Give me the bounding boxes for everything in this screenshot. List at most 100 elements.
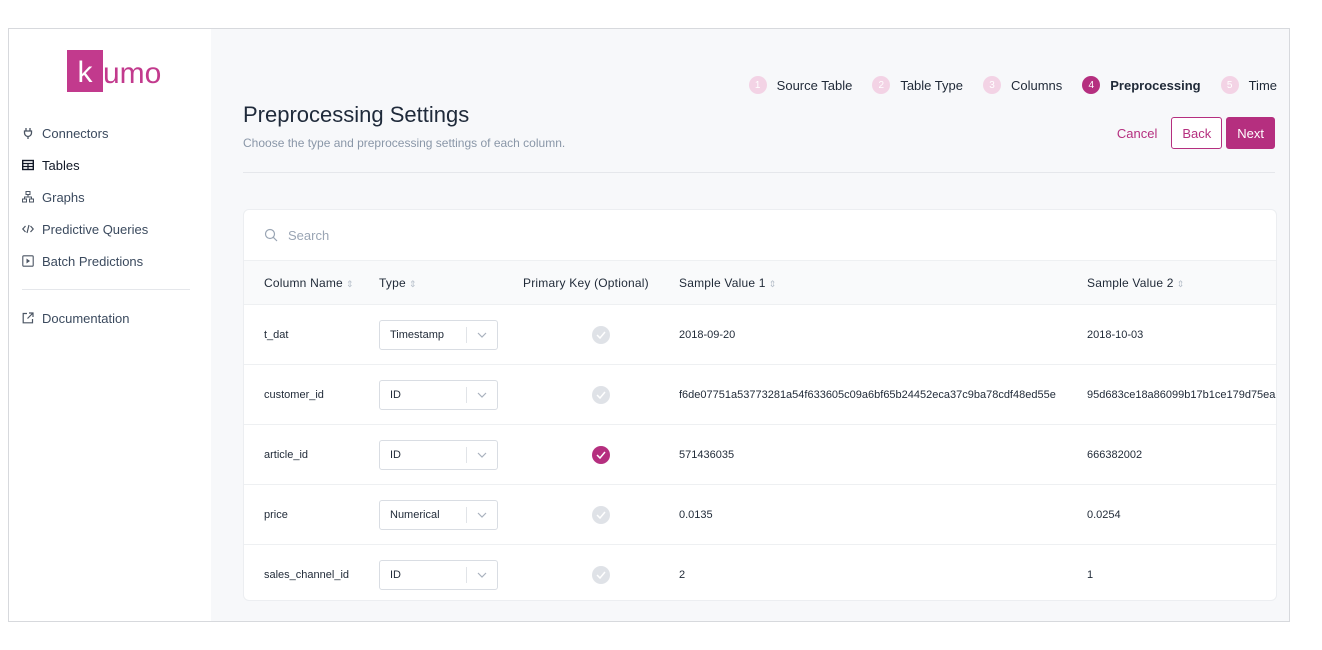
sample-value-1-cell: f6de07751a53773281a54f633605c09a6bf65b24… [679, 388, 1056, 401]
column-header-sample-1[interactable]: Sample Value 1 ⇕ [679, 276, 1087, 290]
table-row: t_dat Timestamp 2018-09-20 2018-10-03 [244, 305, 1276, 365]
type-select[interactable]: Timestamp [379, 319, 498, 350]
type-select-value: ID [390, 448, 401, 461]
header-label: Column Name [264, 275, 343, 290]
step-label: Table Type [900, 77, 963, 93]
type-select-value: ID [390, 388, 401, 401]
action-bar: Cancel Back Next [1117, 117, 1275, 149]
sidebar-item-connectors[interactable]: Connectors [22, 117, 197, 149]
search-icon [264, 228, 278, 242]
chevron-down-icon [467, 512, 497, 518]
sidebar-divider [22, 289, 190, 290]
sample-value-1-cell: 2 [679, 568, 686, 581]
app-frame: k umo Connectors Tables Graphs Predictiv… [8, 28, 1290, 622]
sample-value-1-cell: 571436035 [679, 448, 735, 461]
sort-icon: ⇕ [345, 278, 354, 289]
primary-key-check-icon[interactable] [592, 445, 610, 464]
stepper: 1 Source Table 2 Table Type 3 Columns 4 … [729, 76, 1277, 94]
sidebar-item-label: Batch Predictions [42, 253, 144, 269]
primary-key-check-icon[interactable] [592, 325, 610, 344]
columns-table-card: Column Name⇕ Type⇕ Primary Key (Optional… [243, 209, 1277, 601]
step-label: Source Table [776, 77, 853, 93]
type-select-value: Numerical [390, 508, 440, 521]
table-row: customer_id ID f6de07751a53773281a54f633… [244, 365, 1276, 425]
type-select-value: Timestamp [390, 328, 444, 341]
sample-value-2-cell: 1 [1087, 568, 1094, 581]
type-select[interactable]: ID [379, 439, 498, 470]
logo-text: umo [103, 57, 162, 90]
table-row: price Numerical 0.0135 0.0254 [244, 485, 1276, 545]
primary-key-cell [523, 505, 679, 524]
logo-box: k [67, 50, 103, 92]
type-select[interactable]: ID [379, 379, 498, 410]
type-cell: ID [379, 439, 523, 470]
search-input[interactable] [286, 226, 590, 244]
header-label: Type [379, 275, 406, 290]
plug-icon [22, 127, 34, 139]
sample-value-2-cell: 666382002 [1087, 448, 1143, 461]
sample-value-2-cell: 2018-10-03 [1087, 328, 1144, 341]
column-header-name[interactable]: Column Name ⇕ [244, 276, 379, 290]
sidebar-item-batch-predictions[interactable]: Batch Predictions [22, 245, 197, 277]
external-link-icon [22, 312, 34, 324]
search-bar [244, 210, 1276, 261]
sample-value-2-cell: 0.0254 [1087, 508, 1121, 521]
graph-icon [22, 191, 34, 203]
type-cell: ID [379, 379, 523, 410]
header-label: Sample Value 2 [1087, 275, 1174, 290]
step-number: 1 [748, 76, 767, 94]
sidebar-item-label: Connectors [42, 125, 109, 141]
header-label: Sample Value 1 [679, 275, 766, 290]
step-time[interactable]: 5 Time [1220, 76, 1277, 94]
step-label: Time [1248, 77, 1277, 93]
sort-icon: ⇕ [408, 278, 417, 289]
step-number: 3 [982, 76, 1001, 94]
sample-value-1-cell: 2018-09-20 [679, 328, 736, 341]
type-select[interactable]: ID [379, 559, 498, 590]
next-button[interactable]: Next [1226, 117, 1275, 149]
sample-value-1-cell: 0.0135 [679, 508, 713, 521]
header-label: Primary Key (Optional) [523, 275, 649, 290]
sidebar-item-label: Tables [42, 157, 80, 173]
main-content: 1 Source Table 2 Table Type 3 Columns 4 … [211, 29, 1289, 621]
sidebar-item-tables[interactable]: Tables [22, 149, 197, 181]
column-name-cell: price [264, 508, 288, 521]
primary-key-cell [523, 325, 679, 344]
sample-value-2-cell: 95d683ce18a86099b17b1ce179d75ea [1087, 388, 1276, 401]
sidebar-item-label: Predictive Queries [42, 221, 149, 237]
chevron-down-icon [467, 332, 497, 338]
sidebar-item-documentation[interactable]: Documentation [22, 302, 197, 334]
step-table-type[interactable]: 2 Table Type [872, 76, 963, 94]
step-preprocessing[interactable]: 4 Preprocessing [1082, 76, 1201, 94]
sidebar-nav: Connectors Tables Graphs Predictive Quer… [22, 117, 197, 334]
page-subtitle: Choose the type and preprocessing settin… [243, 136, 566, 150]
step-number: 5 [1220, 76, 1239, 94]
sort-icon: ⇕ [1176, 278, 1185, 289]
sidebar-item-label: Graphs [42, 189, 85, 205]
step-number: 2 [872, 76, 891, 94]
column-header-sample-2[interactable]: Sample Value 2 ⇕ [1087, 276, 1276, 290]
sidebar-item-label: Documentation [42, 310, 130, 326]
primary-key-check-icon[interactable] [592, 505, 610, 524]
sidebar: k umo Connectors Tables Graphs Predictiv… [9, 29, 211, 621]
type-cell: ID [379, 559, 523, 590]
primary-key-check-icon[interactable] [592, 565, 610, 584]
chevron-down-icon [467, 392, 497, 398]
type-select[interactable]: Numerical [379, 499, 498, 530]
table-row: article_id ID 571436035 666382002 [244, 425, 1276, 485]
sidebar-item-graphs[interactable]: Graphs [22, 181, 197, 213]
type-select-value: ID [390, 568, 401, 581]
play-square-icon [22, 255, 34, 267]
cancel-button[interactable]: Cancel [1117, 126, 1157, 141]
step-source-table[interactable]: 1 Source Table [748, 76, 853, 94]
type-cell: Timestamp [379, 319, 523, 350]
kumo-logo[interactable]: k umo [67, 50, 161, 92]
primary-key-check-icon[interactable] [592, 385, 610, 404]
back-button[interactable]: Back [1171, 117, 1223, 149]
column-name-cell: article_id [264, 448, 309, 461]
step-columns[interactable]: 3 Columns [982, 76, 1062, 94]
sidebar-item-predictive-queries[interactable]: Predictive Queries [22, 213, 197, 245]
table-header: Column Name ⇕ Type ⇕ Primary Key (Optional… [244, 261, 1276, 305]
column-header-type[interactable]: Type ⇕ [379, 276, 523, 290]
code-icon [22, 223, 34, 235]
